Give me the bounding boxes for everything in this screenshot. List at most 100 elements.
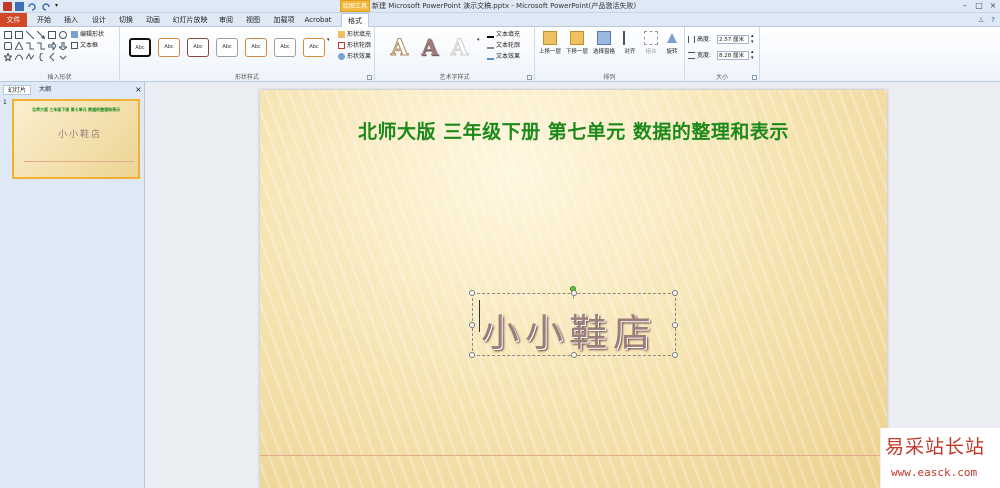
- text-effects-icon: [487, 53, 494, 60]
- resize-handle-top-right[interactable]: [672, 290, 678, 296]
- tab-acrobat[interactable]: Acrobat: [302, 13, 334, 27]
- freeform-shape-icon[interactable]: [25, 52, 35, 61]
- tab-view[interactable]: 视图: [242, 13, 264, 27]
- more-shapes-icon[interactable]: [59, 53, 67, 61]
- resize-handle-top[interactable]: [571, 290, 577, 296]
- width-stepper-icon[interactable]: ▴ ▾: [751, 49, 754, 61]
- help-icon[interactable]: ?: [988, 15, 998, 25]
- star-shape-icon[interactable]: [2, 51, 14, 63]
- tab-addins[interactable]: 加载项: [270, 13, 298, 27]
- undo-icon[interactable]: [27, 2, 36, 11]
- tab-slideshow[interactable]: 幻灯片放映: [170, 13, 210, 27]
- brace-shape-icon[interactable]: [37, 52, 45, 62]
- curve-shape-icon[interactable]: [14, 53, 24, 61]
- shape-style-5[interactable]: Abc: [245, 38, 267, 57]
- triangle-shape-icon[interactable]: [14, 40, 24, 51]
- arrow-shape-icon[interactable]: [36, 30, 46, 40]
- shape-outline-button[interactable]: 形状轮廓: [338, 41, 371, 51]
- tab-design[interactable]: 设计: [88, 13, 110, 27]
- thumb-footer-line: [24, 161, 134, 162]
- resize-handle-right[interactable]: [672, 322, 678, 328]
- wordart-style-3[interactable]: A: [450, 35, 468, 62]
- rotate-icon: [665, 31, 679, 45]
- height-stepper-icon[interactable]: ▴ ▾: [751, 33, 754, 45]
- context-tab-drawing-tools: 绘图工具: [340, 0, 370, 12]
- slide-title[interactable]: 北师大版 三年级下册 第七单元 数据的整理和表示: [358, 117, 789, 144]
- width-input[interactable]: 8.28 厘米: [717, 51, 749, 60]
- wordart-style-2[interactable]: A: [421, 35, 438, 61]
- minimize-icon[interactable]: –: [960, 1, 970, 11]
- send-backward-icon: [570, 31, 584, 45]
- textbox-shape-icon[interactable]: [15, 31, 23, 39]
- elbow-arrow-icon[interactable]: [37, 42, 45, 50]
- down-arrow-shape-icon[interactable]: [57, 41, 69, 51]
- wordart-more-icon[interactable]: ▾: [477, 35, 480, 45]
- shape-style-3[interactable]: Abc: [187, 38, 209, 57]
- tab-format[interactable]: 格式: [341, 13, 369, 28]
- window-title: 新建 Microsoft PowerPoint 演示文稿.pptx - Micr…: [372, 2, 637, 10]
- resize-handle-bottom-left[interactable]: [469, 352, 475, 358]
- selection-pane-button[interactable]: 选择窗格: [591, 30, 617, 70]
- tab-transitions[interactable]: 切换: [115, 13, 137, 27]
- line-shape-icon[interactable]: [25, 30, 35, 40]
- save-icon[interactable]: [15, 2, 24, 11]
- selected-textbox[interactable]: 小小鞋店: [469, 290, 678, 358]
- bracket-shape-icon[interactable]: [48, 52, 56, 62]
- wordart-launcher-icon[interactable]: [527, 75, 532, 80]
- send-backward-button[interactable]: 下移一层: [564, 30, 590, 70]
- align-icon: [623, 31, 637, 45]
- edit-shape-button[interactable]: 编辑形状: [71, 30, 104, 40]
- resize-handle-bottom[interactable]: [571, 352, 577, 358]
- right-arrow-shape-icon[interactable]: [47, 40, 57, 52]
- textbox-wordart-text[interactable]: 小小鞋店: [481, 302, 657, 357]
- elbow-connector-icon[interactable]: [26, 42, 34, 50]
- textbox-button[interactable]: 文本框: [71, 41, 98, 51]
- close-icon[interactable]: ×: [988, 1, 998, 11]
- redo-icon[interactable]: [42, 2, 51, 11]
- maximize-icon[interactable]: □: [974, 1, 984, 11]
- rotate-button[interactable]: 旋转: [659, 30, 685, 70]
- wordart-style-1[interactable]: A: [390, 35, 408, 62]
- shape-style-1[interactable]: Abc: [129, 38, 151, 57]
- group-label-arrange: 排列: [603, 74, 616, 81]
- thumb-text: 小小鞋店: [58, 130, 103, 140]
- shape-fill-button[interactable]: 形状填充: [338, 30, 371, 40]
- group-shape-styles: Abc Abc Abc Abc Abc Abc Abc ▾ 形状填充 形状轮廓 …: [120, 27, 375, 82]
- bring-forward-button[interactable]: 上移一层: [537, 30, 563, 70]
- tab-slides[interactable]: 幻灯片: [3, 85, 32, 95]
- tab-animations[interactable]: 动画: [142, 13, 164, 27]
- close-pane-icon[interactable]: ×: [131, 85, 146, 95]
- tab-home[interactable]: 开始: [33, 13, 55, 27]
- shape-style-4[interactable]: Abc: [216, 38, 238, 57]
- shape-style-2[interactable]: Abc: [158, 38, 180, 57]
- slide-thumbnail[interactable]: 北师大版 三年级下册 第七单元 数据的整理和表示 小小鞋店: [12, 99, 140, 179]
- text-outline-button[interactable]: 文本轮廓: [487, 41, 520, 51]
- rect-shape-icon[interactable]: [48, 31, 56, 39]
- size-launcher-icon[interactable]: [752, 75, 757, 80]
- tab-outline[interactable]: 大纲: [35, 85, 55, 95]
- height-input[interactable]: 2.57 厘米: [717, 35, 749, 44]
- shape-styles-more-icon[interactable]: ▾: [327, 35, 330, 45]
- shape-style-6[interactable]: Abc: [274, 38, 296, 57]
- text-effects-button[interactable]: 文本效果: [487, 52, 520, 62]
- rounded-rect-shape-icon[interactable]: [4, 42, 12, 50]
- effects-icon: [338, 53, 345, 60]
- shape-styles-launcher-icon[interactable]: [367, 75, 372, 80]
- rectangle-shape-icon[interactable]: [4, 31, 12, 39]
- customize-quick-access-icon[interactable]: ▾: [55, 2, 64, 11]
- group-arrange: 上移一层 下移一层 选择窗格 对齐 组合 旋转 排列: [535, 27, 685, 82]
- tab-insert[interactable]: 插入: [60, 13, 82, 27]
- text-fill-button[interactable]: 文本填充: [487, 30, 520, 40]
- resize-handle-top-left[interactable]: [469, 290, 475, 296]
- resize-handle-left[interactable]: [469, 322, 475, 328]
- oval-shape-icon[interactable]: [59, 31, 67, 39]
- resize-handle-bottom-right[interactable]: [672, 352, 678, 358]
- slide-canvas[interactable]: 北师大版 三年级下册 第七单元 数据的整理和表示 小小鞋店: [260, 90, 887, 488]
- tab-review[interactable]: 审阅: [215, 13, 237, 27]
- collapse-ribbon-icon[interactable]: △: [976, 15, 986, 25]
- shape-style-7[interactable]: Abc: [303, 38, 325, 57]
- tab-file[interactable]: 文件: [0, 13, 27, 27]
- shape-effects-button[interactable]: 形状效果: [338, 52, 371, 62]
- watermark: 易采站长站 www.easck.com: [880, 428, 1000, 488]
- watermark-url: www.easck.com: [891, 466, 978, 479]
